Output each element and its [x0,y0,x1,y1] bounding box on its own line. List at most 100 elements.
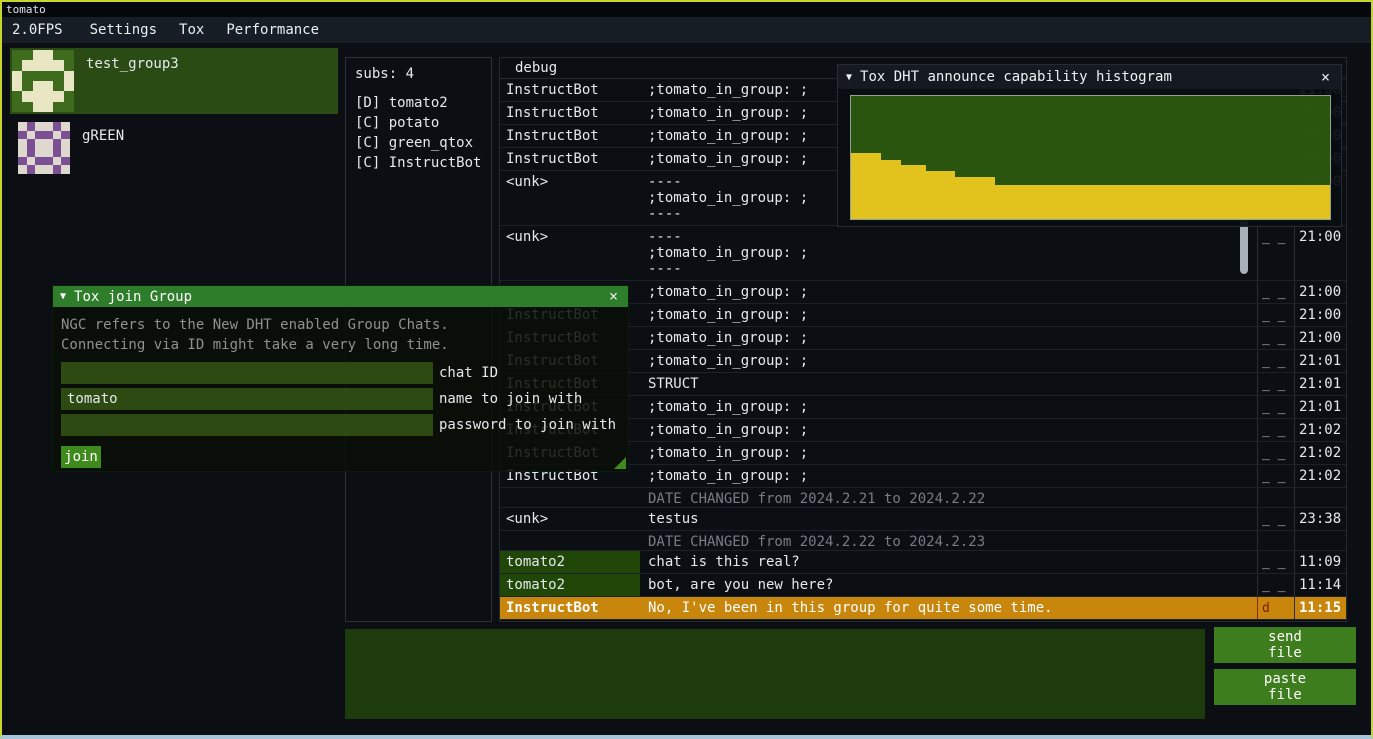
menu-item-performance[interactable]: Performance [215,18,330,42]
fps-counter: 2.0FPS [10,18,65,42]
collapse-icon[interactable]: ▼ [60,291,66,302]
join-window-title: Tox join Group [74,289,192,305]
delivery-flags: _ _ [1257,551,1294,573]
sender-name: InstructBot [500,597,640,619]
join-name-label: name to join with [439,388,582,410]
join-field-join-name: name to join with [61,388,620,410]
timestamp: 21:00 [1294,304,1346,326]
paste-file-button[interactable]: paste file [1214,669,1356,705]
histogram-window-title-bar[interactable]: ▼ Tox DHT announce capability histogram … [838,65,1341,89]
histogram-plot [850,95,1331,220]
delivery-flags: _ _ [1257,465,1294,487]
timestamp [1294,488,1346,507]
delivery-flags: _ _ [1257,419,1294,441]
sender-name: InstructBot [500,102,640,124]
member-item[interactable]: [D] tomato2 [346,94,491,114]
message-text: bot, are you new here? [640,574,1257,596]
group-name: gREEN [82,128,124,144]
message-text: ;tomato_in_group: ; [640,396,1257,418]
message-row[interactable]: <unk>----;tomato_in_group: ;----_ _21:00 [500,226,1346,281]
sender-name: InstructBot [500,125,640,147]
delivery-flags: _ _ [1257,373,1294,395]
group-item-test_group3[interactable]: test_group3 [10,48,338,114]
sender-name: InstructBot [500,148,640,170]
timestamp: 21:02 [1294,465,1346,487]
timestamp: 21:01 [1294,396,1346,418]
member-item[interactable]: [C] potato [346,114,491,134]
window-title: tomato [6,3,46,16]
timestamp: 23:38 [1294,508,1346,530]
sender-name: tomato2 [500,574,640,596]
date-row[interactable]: DATE CHANGED from 2024.2.21 to 2024.2.22 [500,488,1346,508]
histogram-window: ▼ Tox DHT announce capability histogram … [837,64,1342,227]
timestamp: 21:01 [1294,373,1346,395]
message-row[interactable]: InstructBotNo, I've been in this group f… [500,597,1346,620]
collapse-icon[interactable]: ▼ [846,72,852,83]
member-item[interactable]: [C] green_qtox [346,134,491,154]
delivery-flags: _ _ [1257,574,1294,596]
join-window-body: NGC refers to the New DHT enabled Group … [53,307,628,468]
group-name: test_group3 [86,56,179,72]
menu-item-tox[interactable]: Tox [168,18,215,42]
date-row[interactable]: DATE CHANGED from 2024.2.22 to 2024.2.23 [500,531,1346,551]
group-avatar [12,50,74,112]
sender-name: tomato2 [500,551,640,573]
sender-name [500,531,640,550]
send-file-button[interactable]: send file [1214,627,1356,663]
delivery-flags: _ _ [1257,350,1294,372]
message-text: ;tomato_in_group: ; [640,442,1257,464]
members-header: subs: 4 [346,58,491,94]
histogram-bar [955,177,994,219]
message-row[interactable]: tomato2chat is this real?_ _11:09 [500,551,1346,574]
menu-bar: 2.0FPS SettingsToxPerformance [2,17,1371,43]
members-list: [D] tomato2[C] potato[C] green_qtox[C] I… [346,94,491,174]
group-item-gREEN[interactable]: gREEN [10,114,338,176]
timestamp: 21:00 [1294,281,1346,303]
message-text: ;tomato_in_group: ; [640,304,1257,326]
histogram-bar [881,160,901,219]
join-field-chat-id: chat ID [61,362,620,384]
tab-debug[interactable]: debug [515,60,557,76]
join-password-input[interactable] [61,414,433,436]
message-text: ;tomato_in_group: ; [640,327,1257,349]
message-row[interactable]: <unk>testus_ _23:38 [500,508,1346,531]
histogram-window-title: Tox DHT announce capability histogram [860,69,1172,85]
timestamp: 21:02 [1294,442,1346,464]
histogram-bar [851,153,881,219]
chat-id-input[interactable] [61,362,433,384]
message-input[interactable] [345,629,1205,719]
chat-id-label: chat ID [439,362,498,384]
message-text: ;tomato_in_group: ; [640,419,1257,441]
message-row[interactable]: tomato2bot, are you new here?_ _11:14 [500,574,1346,597]
join-group-window: ▼ Tox join Group × NGC refers to the New… [52,285,629,472]
group-list: test_group3 gREEN [10,48,338,176]
join-window-title-bar[interactable]: ▼ Tox join Group × [53,286,628,307]
timestamp: 21:00 [1294,327,1346,349]
sender-name: InstructBot [500,79,640,101]
message-text: ;tomato_in_group: ; [640,465,1257,487]
join-field-join-password: password to join with [61,414,620,436]
menu-item-settings[interactable]: Settings [79,18,168,42]
member-item[interactable]: [C] InstructBot [346,154,491,174]
sender-name: <unk> [500,508,640,530]
delivery-flags: _ _ [1257,508,1294,530]
join-name-input[interactable] [61,388,433,410]
delivery-flags [1257,531,1294,550]
date-text: DATE CHANGED from 2024.2.21 to 2024.2.22 [640,488,1257,507]
delivery-flags: _ _ [1257,327,1294,349]
sender-name: <unk> [500,226,640,280]
histogram-bar [995,185,1330,219]
resize-grip-icon[interactable] [614,457,626,469]
os-title-bar[interactable]: tomato [2,2,1371,17]
join-info-line: NGC refers to the New DHT enabled Group … [61,315,620,335]
join-button[interactable]: join [61,446,101,468]
message-text: ;tomato_in_group: ; [640,350,1257,372]
delivery-flags: _ _ [1257,442,1294,464]
delivery-flags: d [1257,597,1294,619]
message-text: No, I've been in this group for quite so… [640,597,1257,619]
message-text: testus [640,508,1257,530]
close-icon[interactable]: × [1318,70,1333,85]
date-text: DATE CHANGED from 2024.2.22 to 2024.2.23 [640,531,1257,550]
close-icon[interactable]: × [606,289,621,304]
join-fields: chat ID name to join with password to join… [61,362,620,436]
